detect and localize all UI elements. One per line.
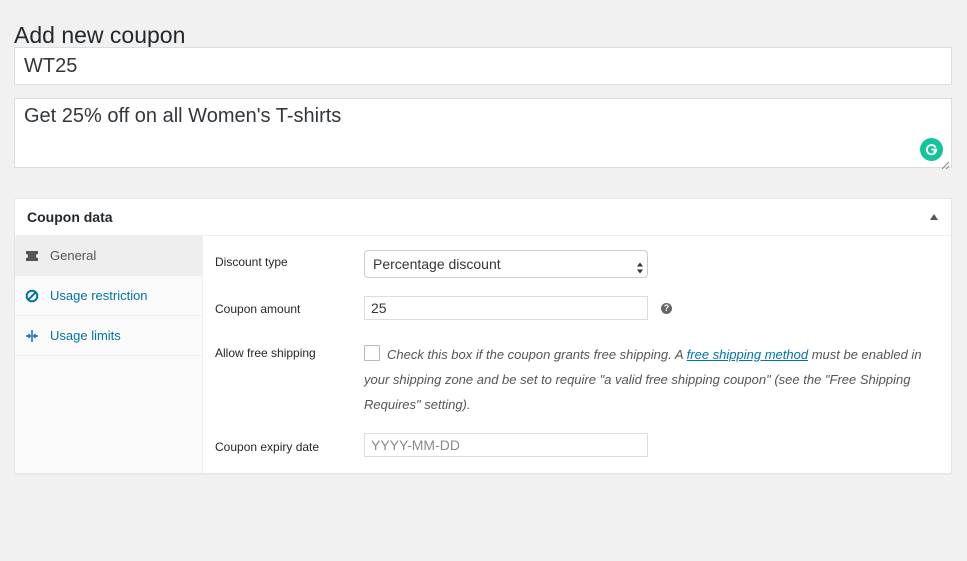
coupon-amount-input[interactable]: 25 (364, 296, 648, 320)
coupon-data-tabs: General Usage restriction Usage limits (15, 236, 203, 473)
coupon-amount-label: Coupon amount (215, 302, 301, 316)
free-shipping-method-link[interactable]: free shipping method (687, 347, 808, 362)
limits-icon (25, 329, 39, 343)
tab-usage-restriction-label: Usage restriction (50, 288, 148, 303)
tab-usage-limits[interactable]: Usage limits (15, 316, 202, 356)
tab-usage-limits-label: Usage limits (50, 328, 121, 343)
coupon-code-input[interactable]: WT25 (14, 47, 952, 85)
ticket-icon (25, 249, 39, 263)
coupon-description-textarea[interactable]: Get 25% off on all Women's T-shirts (14, 98, 952, 168)
free-shipping-description: Check this box if the coupon grants free… (364, 342, 934, 417)
tab-general-label: General (50, 248, 97, 263)
resize-handle-icon[interactable] (941, 157, 950, 170)
expiry-date-label: Coupon expiry date (215, 440, 320, 454)
restriction-icon (25, 289, 39, 303)
help-icon[interactable]: ? (661, 303, 672, 314)
expiry-date-input[interactable]: YYYY-MM-DD (364, 433, 648, 457)
general-tab-panel: Discount type Percentage discount Coupon… (203, 236, 951, 473)
coupon-data-panel: Coupon data General Usage restriction Us… (14, 198, 952, 474)
collapse-toggle-icon[interactable] (930, 214, 938, 220)
discount-type-value: Percentage discount (373, 256, 501, 272)
discount-type-select[interactable]: Percentage discount (364, 250, 648, 278)
tab-usage-restriction[interactable]: Usage restriction (15, 276, 202, 316)
free-shipping-label: Allow free shipping (215, 346, 316, 360)
coupon-data-header[interactable]: Coupon data (15, 199, 951, 236)
coupon-data-title: Coupon data (27, 209, 113, 225)
grammarly-icon[interactable] (920, 138, 943, 161)
page-title: Add new coupon (14, 22, 186, 49)
tab-general[interactable]: General (15, 236, 202, 276)
discount-type-label: Discount type (215, 255, 288, 269)
select-arrows-icon (636, 257, 644, 274)
free-shipping-desc-before: Check this box if the coupon grants free… (387, 347, 687, 362)
